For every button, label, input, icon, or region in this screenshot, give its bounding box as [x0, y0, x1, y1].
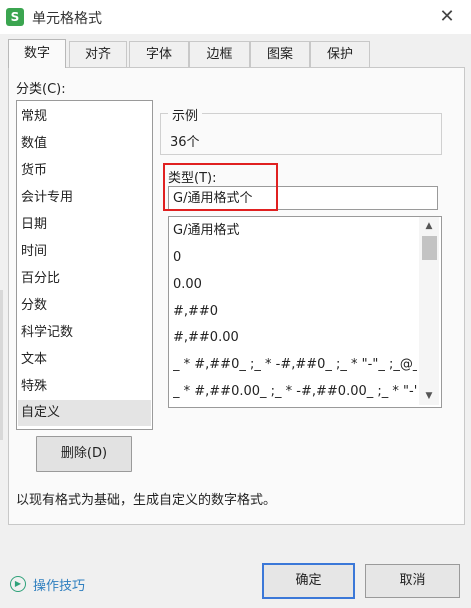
scroll-thumb[interactable] [422, 236, 437, 260]
category-item-fraction[interactable]: 分数 [21, 293, 149, 319]
tab-protection[interactable]: 保护 [310, 41, 370, 67]
delete-button[interactable]: 删除(D) [36, 436, 132, 472]
format-item[interactable]: #,##0 [173, 299, 417, 325]
sample-value: 36个 [170, 135, 200, 150]
format-item[interactable]: #,##0.00 [173, 325, 417, 351]
category-item-scientific[interactable]: 科学记数 [21, 320, 149, 346]
format-item[interactable]: G/通用格式 [173, 218, 417, 244]
tab-pattern[interactable]: 图案 [250, 41, 310, 67]
window-edge [0, 290, 3, 440]
sample-group [160, 113, 442, 155]
category-item-accounting[interactable]: 会计专用 [21, 185, 149, 211]
cancel-button[interactable]: 取消 [365, 564, 460, 598]
category-list[interactable]: 常规 数值 货币 会计专用 日期 时间 百分比 分数 科学记数 文本 特殊 自定… [16, 100, 153, 430]
category-item-time[interactable]: 时间 [21, 239, 149, 265]
format-description: 以现有格式为基础，生成自定义的数字格式。 [16, 493, 277, 508]
dialog-title: 单元格格式 [32, 11, 102, 27]
highlight-annotation-box [163, 163, 278, 211]
tab-number[interactable]: 数字 [8, 39, 66, 68]
format-item[interactable]: _ * #,##0_ ;_ * -#,##0_ ;_ * "-"_ ;_@_ [173, 352, 417, 378]
category-item-percentage[interactable]: 百分比 [21, 266, 149, 292]
wps-app-icon: S [6, 8, 24, 26]
category-item-number[interactable]: 数值 [21, 131, 149, 157]
category-item-special[interactable]: 特殊 [21, 374, 149, 400]
scroll-down-arrow-icon[interactable]: ▼ [419, 387, 439, 405]
format-item[interactable]: _ * #,##0.00_ ;_ * -#,##0.00_ ;_ * "-"??… [173, 379, 417, 405]
sample-label: 示例 [168, 105, 203, 124]
category-item-currency[interactable]: 货币 [21, 158, 149, 184]
play-icon[interactable]: ▶ [10, 576, 26, 592]
tab-border[interactable]: 边框 [189, 41, 250, 67]
scroll-up-arrow-icon[interactable]: ▲ [419, 217, 439, 235]
format-item[interactable]: 0 [173, 245, 417, 271]
tips-link[interactable]: 操作技巧 [33, 575, 85, 594]
format-item[interactable]: 0.00 [173, 272, 417, 298]
tab-font[interactable]: 字体 [129, 41, 189, 67]
format-list[interactable]: G/通用格式 0 0.00 #,##0 #,##0.00 _ * #,##0_ … [168, 216, 442, 408]
category-label: 分类(C): [16, 82, 66, 97]
category-item-general[interactable]: 常规 [21, 104, 149, 130]
category-item-date[interactable]: 日期 [21, 212, 149, 238]
category-item-custom[interactable]: 自定义 [18, 400, 151, 426]
close-button[interactable]: ✕ [433, 4, 461, 30]
tab-alignment[interactable]: 对齐 [69, 41, 127, 67]
category-item-text[interactable]: 文本 [21, 347, 149, 373]
ok-button[interactable]: 确定 [262, 563, 355, 599]
